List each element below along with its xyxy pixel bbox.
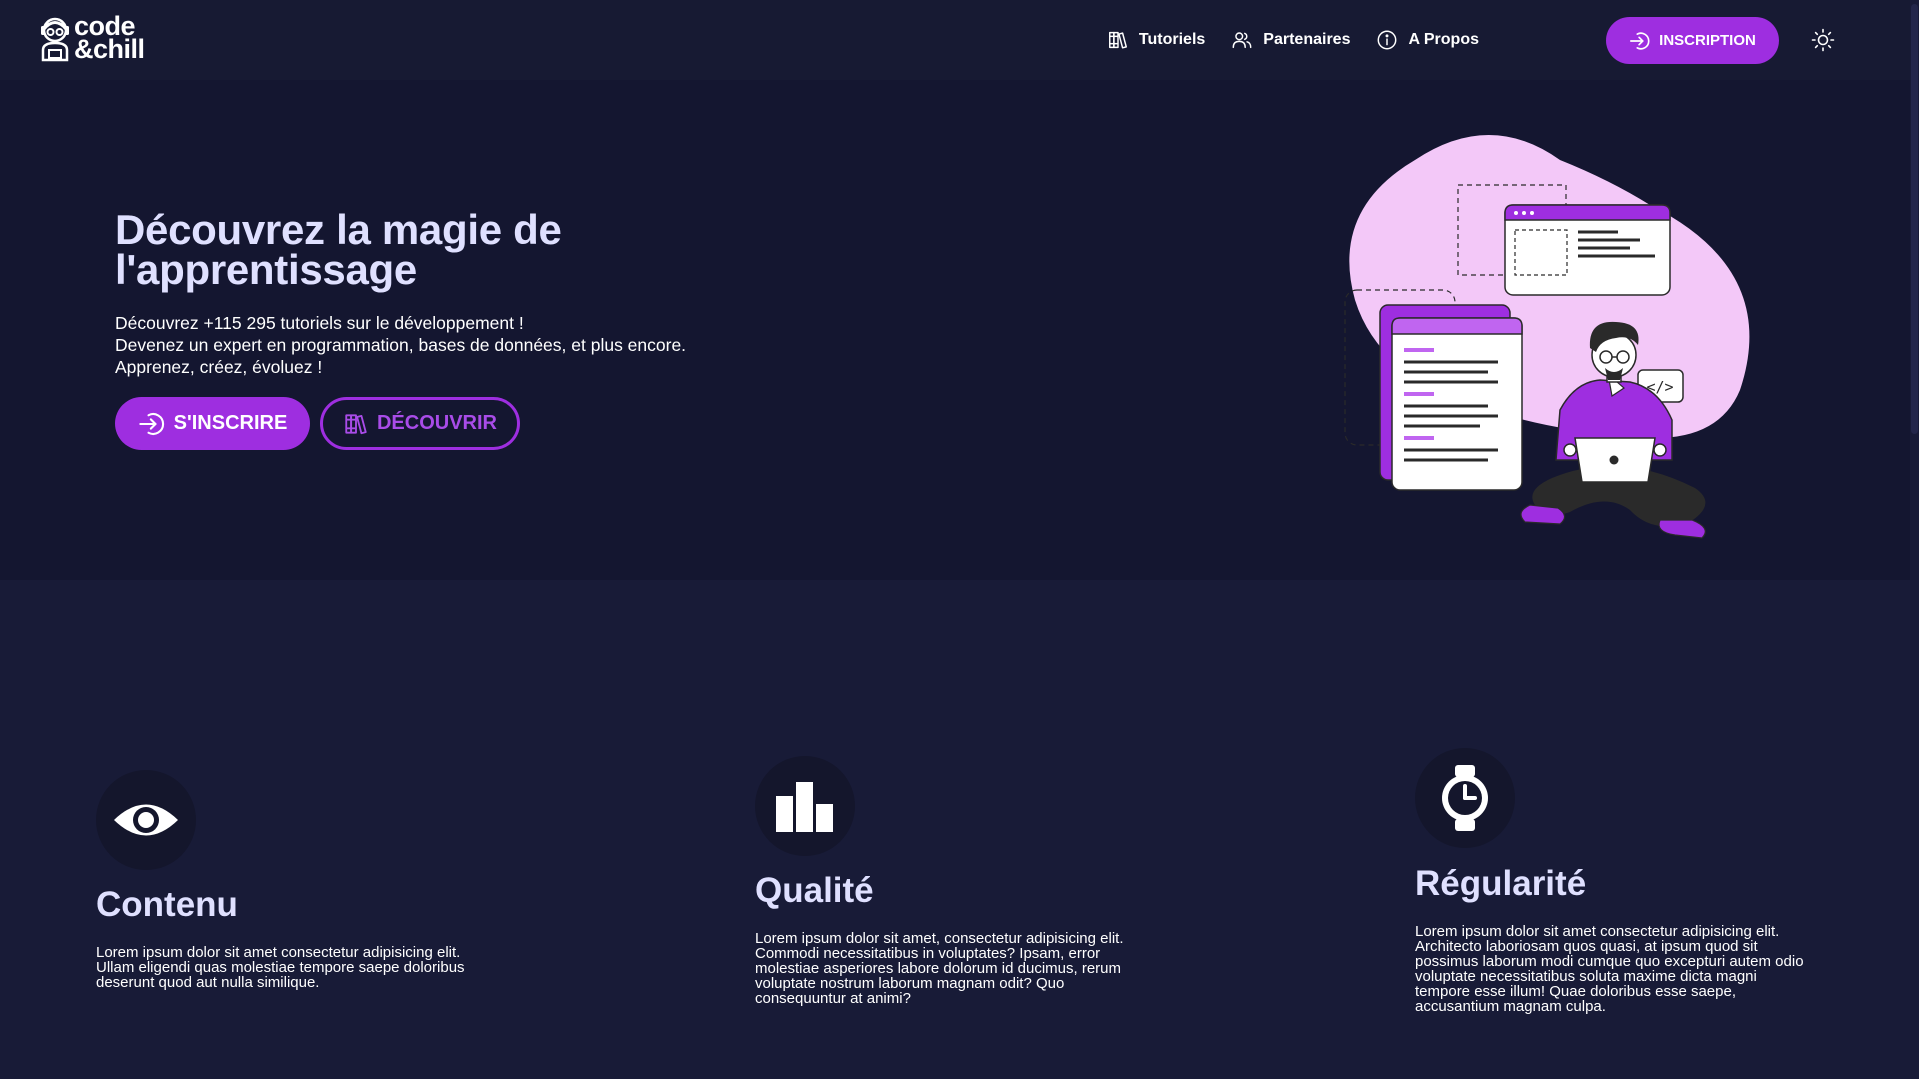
inscription-label: INSCRIPTION: [1659, 32, 1756, 49]
nav-link-label: Partenaires: [1263, 31, 1351, 48]
brand-line-2: &chill: [74, 34, 145, 64]
watch-icon: [1442, 765, 1488, 831]
books-icon: [1108, 31, 1127, 49]
brand-wordmark: code &chill: [74, 13, 145, 64]
developer-illustration: </>: [1344, 135, 1750, 539]
feature-title: Régularité: [1415, 864, 1587, 903]
brand-logo[interactable]: code &chill: [38, 13, 145, 64]
login-icon: [138, 412, 164, 435]
nav-link-label: A Propos: [1408, 31, 1479, 48]
eye-icon: [114, 804, 178, 836]
inscription-button[interactable]: INSCRIPTION: [1606, 17, 1779, 64]
scrollbar-thumb[interactable]: [1911, 4, 1918, 434]
hero-title: Découvrez la magie de l'apprentissage: [115, 206, 562, 293]
navbar: code &chill Tutoriels Partenaires A Prop…: [0, 0, 1919, 80]
hero-section: Découvrez la magie de l'apprentissage Dé…: [0, 80, 1910, 580]
feature-description: Lorem ipsum dolor sit amet consectetur a…: [1415, 923, 1804, 1015]
nav-links: Tutoriels Partenaires A Propos: [1107, 0, 1479, 80]
hero-description: Découvrez +115 295 tutoriels sur le déve…: [115, 312, 686, 378]
nav-link-a-propos[interactable]: A Propos: [1376, 29, 1479, 51]
decouvrir-label: DÉCOUVRIR: [376, 412, 497, 434]
nav-link-partenaires[interactable]: Partenaires: [1231, 29, 1350, 51]
hero-line-1: Découvrez +115 295 tutoriels sur le déve…: [115, 313, 524, 333]
hero-line-3: Apprenez, créez, évoluez !: [115, 357, 323, 377]
nav-link-label: Tutoriels: [1138, 31, 1206, 48]
decouvrir-button[interactable]: DÉCOUVRIR: [320, 397, 520, 450]
hero-line-2: Devenez un expert en programmation, base…: [115, 335, 687, 355]
feature-icon-circle: [755, 756, 855, 856]
scrollbar-track[interactable]: [1910, 0, 1919, 1079]
feature-icon-circle: [96, 770, 196, 870]
sun-icon[interactable]: [1811, 28, 1835, 52]
sinscrire-button[interactable]: S'INSCRIRE: [115, 397, 310, 450]
sinscrire-label: S'INSCRIRE: [173, 412, 288, 434]
feature-title: Qualité: [755, 871, 874, 910]
bar-chart-icon: [776, 782, 833, 832]
feature-description: Lorem ipsum dolor sit amet, consectetur …: [755, 930, 1124, 1007]
login-icon: [1630, 31, 1650, 50]
feature-title: Contenu: [96, 885, 238, 924]
nav-link-tutoriels[interactable]: Tutoriels: [1107, 29, 1205, 51]
chill-mascot-icon: [41, 17, 69, 62]
info-icon: [1378, 30, 1397, 50]
feature-description: Lorem ipsum dolor sit amet consectetur a…: [96, 944, 465, 991]
books-icon: [345, 413, 367, 434]
users-icon: [1232, 32, 1252, 49]
feature-icon-circle: [1415, 748, 1515, 848]
